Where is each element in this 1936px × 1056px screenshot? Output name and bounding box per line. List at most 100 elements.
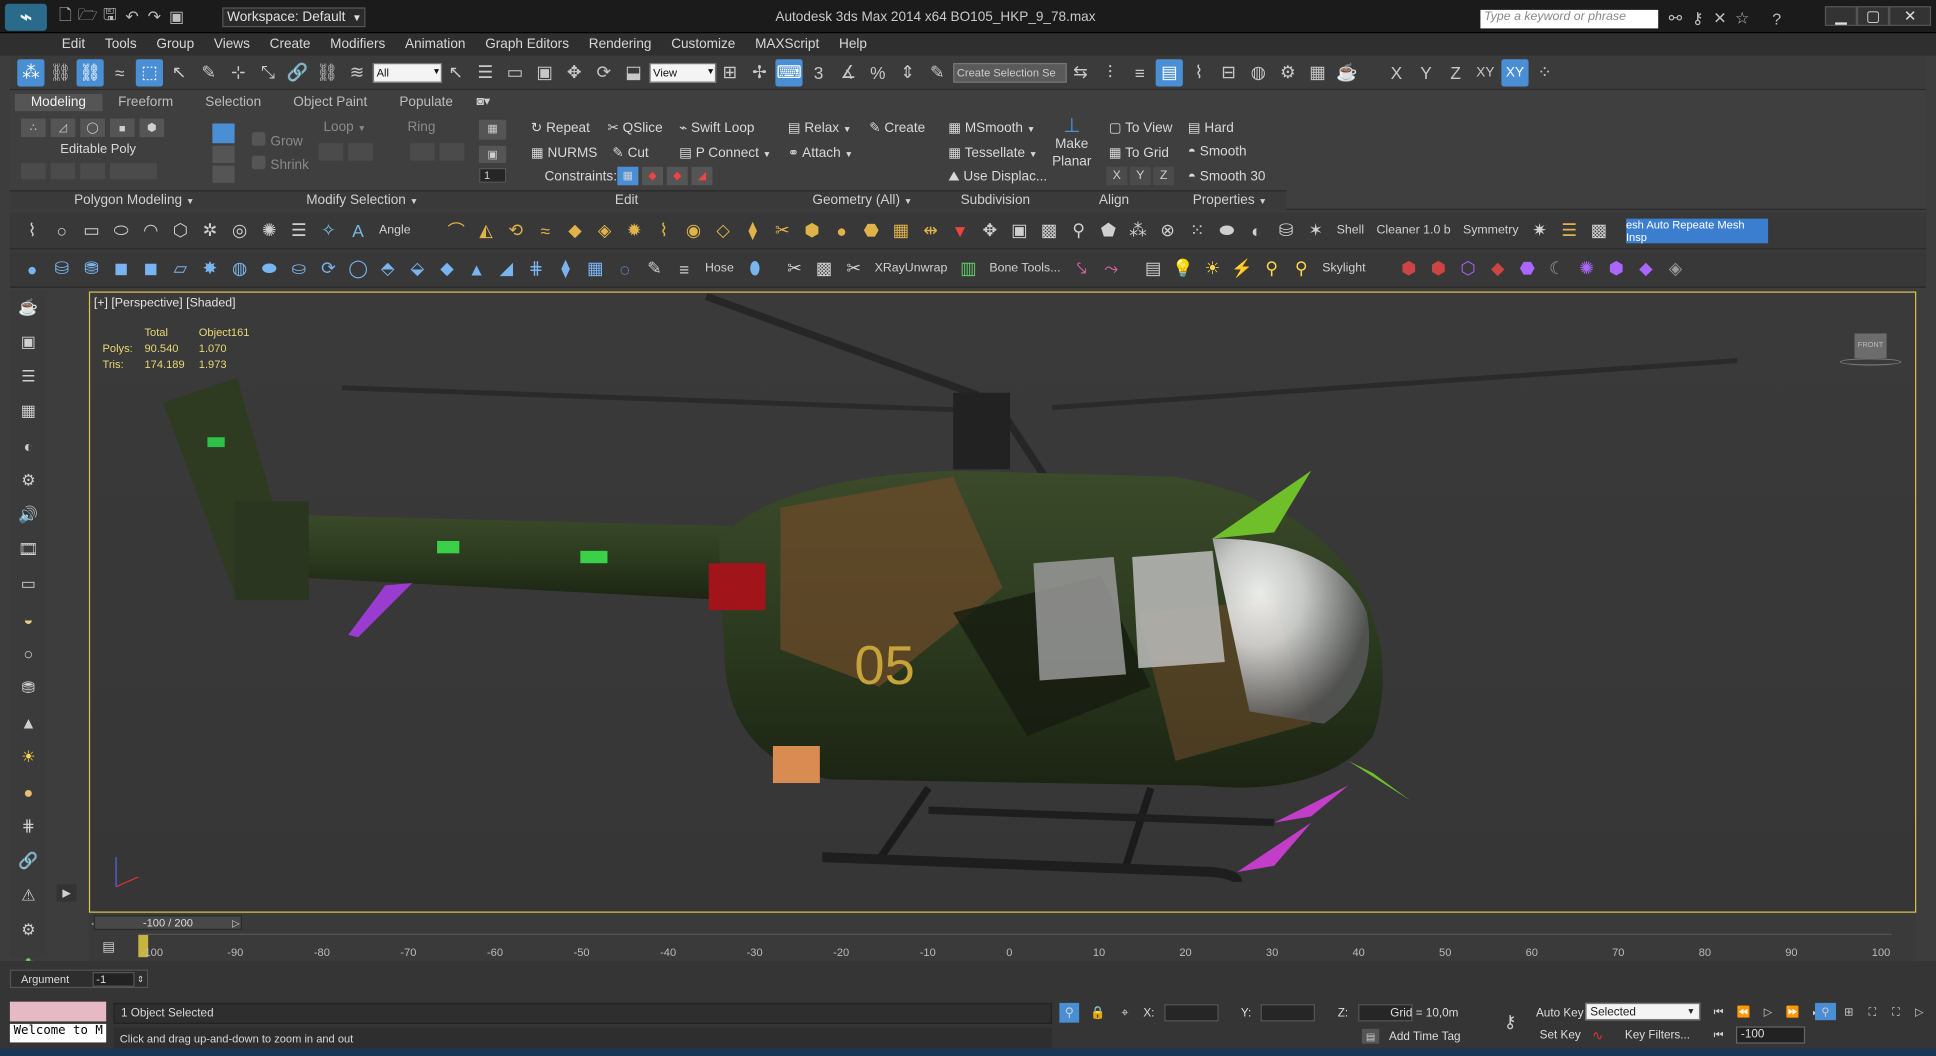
- keyboard-shortcut-icon[interactable]: ⌨: [775, 58, 803, 86]
- by-vertex-icon[interactable]: [212, 145, 235, 164]
- curve-editor-mini-icon[interactable]: ▤: [99, 935, 119, 957]
- redo-icon[interactable]: ↷: [143, 6, 165, 28]
- cloth-icon[interactable]: ▩: [1034, 216, 1064, 246]
- twist-icon[interactable]: ⟲: [501, 216, 531, 246]
- modify-selection-group[interactable]: Modify Selection ▼: [306, 193, 418, 208]
- named-selection-dropdown[interactable]: Create Selection Se: [953, 62, 1067, 83]
- affect-region-icon[interactable]: ⬣: [856, 216, 886, 246]
- swift-loop-button[interactable]: ⌁ Swift Loop: [679, 120, 754, 136]
- key-mode-icon[interactable]: ⏮: [1709, 1028, 1729, 1043]
- constraint-face-icon[interactable]: ◆: [666, 166, 688, 186]
- tab-freeform[interactable]: Freeform: [102, 93, 189, 110]
- menu-tools[interactable]: Tools: [95, 37, 146, 52]
- constraint-normal-icon[interactable]: ◢: [691, 166, 713, 186]
- slice-icon[interactable]: ✂: [767, 216, 797, 246]
- ignore-backface-icon[interactable]: [212, 123, 235, 144]
- sound-icon[interactable]: 🔊: [15, 501, 42, 528]
- axis-x-button[interactable]: X: [1383, 59, 1410, 86]
- edge-icon[interactable]: ◿: [50, 118, 76, 138]
- ripple-icon[interactable]: ◉: [679, 216, 709, 246]
- taper-icon[interactable]: ◭: [471, 216, 501, 246]
- spring-icon[interactable]: ≡: [669, 254, 699, 284]
- key-selection-set-dropdown[interactable]: Selected ▼: [1585, 1002, 1701, 1021]
- schematic-icon[interactable]: ⊟: [1215, 59, 1242, 86]
- helper-8-icon[interactable]: ⬢: [1601, 254, 1631, 284]
- star-shape-icon[interactable]: ✲: [195, 216, 225, 246]
- select-by-name-icon[interactable]: ☰: [472, 59, 499, 86]
- snap-icon[interactable]: 3: [805, 59, 832, 86]
- key-filters-button[interactable]: Key Filters...: [1625, 1029, 1690, 1043]
- render-frame-icon[interactable]: ▦: [1304, 59, 1331, 86]
- spinner-field[interactable]: 1: [479, 167, 507, 183]
- pivot-icon[interactable]: ⊞: [716, 59, 743, 86]
- cone-icon[interactable]: ▲: [15, 709, 42, 736]
- stack-icon[interactable]: [80, 163, 105, 180]
- by-angle-icon[interactable]: [212, 165, 235, 183]
- plane-icon[interactable]: ▱: [165, 254, 195, 284]
- viewcube[interactable]: FRONT: [1839, 331, 1902, 368]
- maxscript-mini-listener[interactable]: Argument -1 ⇕: [9, 969, 149, 989]
- tripod-icon[interactable]: ⚠: [15, 882, 42, 909]
- cut-button[interactable]: ✎ Cut: [612, 145, 648, 161]
- ring-button[interactable]: Ring: [407, 120, 435, 135]
- qslice-button[interactable]: ✂ QSlice: [607, 120, 662, 136]
- bind-spacewarp-icon[interactable]: ≈: [106, 59, 133, 86]
- element-icon[interactable]: ⬢: [139, 118, 165, 138]
- network-icon[interactable]: ⚙: [15, 916, 42, 943]
- ik-icon[interactable]: ⤥: [1067, 254, 1097, 284]
- y-coord-field[interactable]: [1261, 1004, 1316, 1022]
- align-y-button[interactable]: Y: [1129, 166, 1151, 186]
- menu-maxscript[interactable]: MAXScript: [745, 37, 829, 52]
- half-sphere-icon[interactable]: ◒: [15, 605, 42, 632]
- bind-icon[interactable]: ≋: [343, 59, 370, 86]
- select-object-icon[interactable]: ⬚: [135, 58, 163, 86]
- ref-coord-dropdown[interactable]: View ▼: [649, 62, 717, 83]
- search-input[interactable]: Type a keyword or phrase: [1480, 9, 1659, 29]
- unwrap-icon[interactable]: ✂: [780, 254, 810, 284]
- bone-icon[interactable]: ▥: [954, 254, 984, 284]
- shell-mod-icon[interactable]: ⬢: [797, 216, 827, 246]
- attach-button[interactable]: ⚭ Attach ▼: [788, 145, 853, 161]
- vertex-icon[interactable]: ∴: [20, 118, 46, 138]
- zoom-icon[interactable]: ⚲: [1815, 1002, 1836, 1021]
- loop-button[interactable]: Loop ▼: [323, 120, 366, 135]
- relax-mod-icon[interactable]: ⌇: [649, 216, 679, 246]
- mirror-icon[interactable]: ⇆: [1067, 59, 1094, 86]
- line-icon[interactable]: ⌇: [17, 216, 47, 246]
- ring-prim-icon[interactable]: ◌: [610, 254, 640, 284]
- spherify-icon[interactable]: ●: [827, 216, 857, 246]
- menu-group[interactable]: Group: [147, 37, 205, 52]
- minimize-icon[interactable]: ▁: [1824, 6, 1857, 26]
- box-icon[interactable]: ◼: [106, 254, 136, 284]
- tab-selection[interactable]: Selection: [189, 93, 277, 110]
- displace-icon[interactable]: ▼: [945, 216, 975, 246]
- stack-layers-icon[interactable]: ☰: [1554, 216, 1584, 246]
- free-spot-icon[interactable]: ⚲: [1286, 254, 1316, 284]
- geosphere-icon[interactable]: ◍: [225, 254, 255, 284]
- absolute-mode-icon[interactable]: ⌖: [1116, 1004, 1133, 1021]
- axis-z-button[interactable]: Z: [1442, 59, 1469, 86]
- current-frame-field[interactable]: -100: [1735, 1026, 1806, 1044]
- undo-scene-icon[interactable]: ⁂: [17, 58, 45, 86]
- goto-start-icon[interactable]: ⏮: [1709, 1004, 1729, 1019]
- helper-1-icon[interactable]: ⬢: [1394, 254, 1424, 284]
- preview-selection-icon[interactable]: ▦: [479, 119, 507, 139]
- link-icon[interactable]: 🔗: [15, 847, 42, 874]
- msmooth-button[interactable]: ▦ MSmooth ▼: [948, 120, 1035, 136]
- relax-button[interactable]: ▤ Relax ▼: [788, 120, 852, 136]
- skylight-button[interactable]: Skylight: [1322, 262, 1365, 276]
- menu-modifiers[interactable]: Modifiers: [320, 37, 395, 52]
- grow-button[interactable]: Grow: [251, 132, 303, 149]
- mesh-tools-button[interactable]: esh Auto Repeate Mesh Insp: [1625, 217, 1768, 243]
- uvw-icon[interactable]: ▩: [809, 254, 839, 284]
- move-icon[interactable]: ✥: [561, 59, 588, 86]
- rotate-icon[interactable]: ⟳: [590, 59, 617, 86]
- link-bone-icon[interactable]: ⤳: [1096, 254, 1126, 284]
- menu-customize[interactable]: Customize: [661, 37, 745, 52]
- stack-icon[interactable]: [50, 163, 76, 180]
- polygon-icon[interactable]: ■: [109, 118, 135, 138]
- xray-unwrap-button[interactable]: XRayUnwrap: [875, 262, 948, 276]
- angle-label[interactable]: Angle: [379, 224, 411, 238]
- ellipse-icon[interactable]: ⬭: [106, 216, 136, 246]
- exchange-icon[interactable]: ✕: [1709, 7, 1731, 29]
